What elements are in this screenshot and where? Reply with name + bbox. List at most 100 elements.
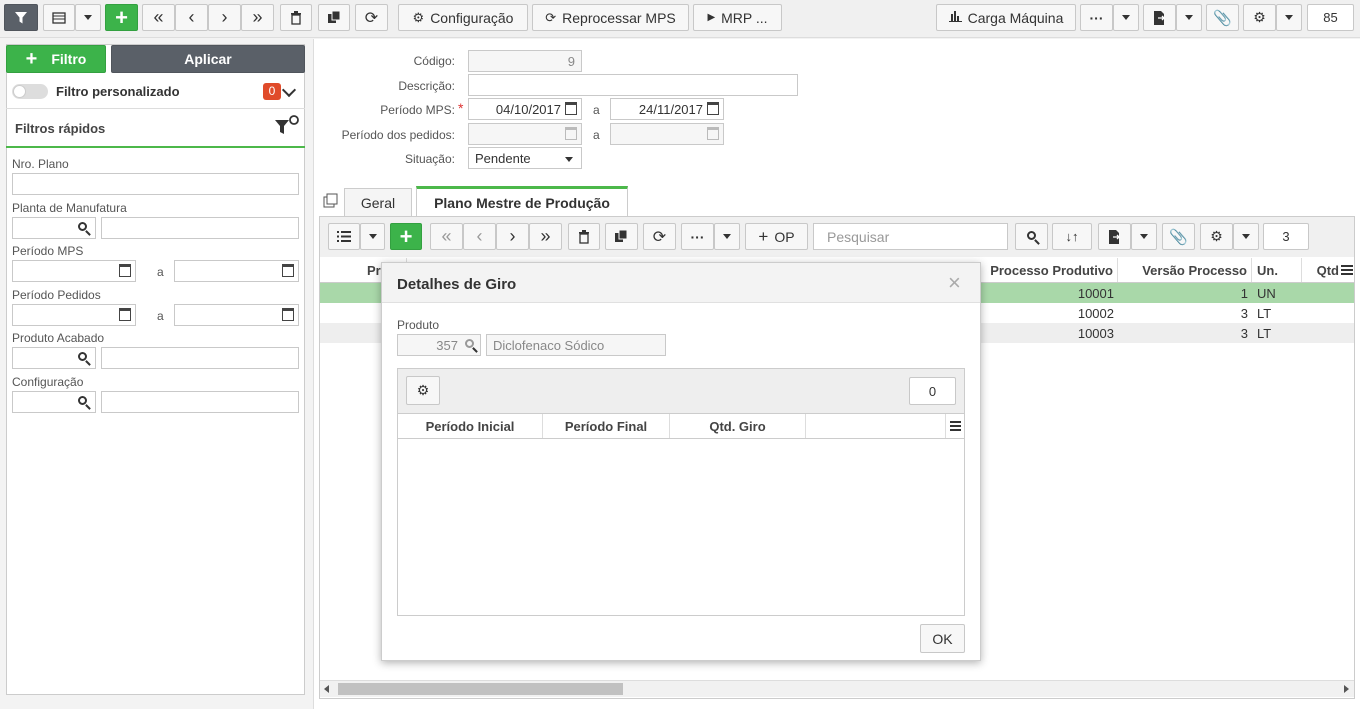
grid-next-button[interactable]: ›	[496, 223, 529, 250]
grid-last-button[interactable]: »	[529, 223, 562, 250]
grid-view-button[interactable]	[328, 223, 360, 250]
modal-grid-settings-button[interactable]: ⚙	[406, 376, 440, 405]
grid-delete-button[interactable]	[568, 223, 600, 250]
grid-search-input[interactable]: Pesquisar	[813, 223, 1008, 250]
more-options-button[interactable]: ···	[1080, 4, 1113, 31]
periodo-mps-from-input[interactable]: 04/10/2017	[468, 98, 582, 120]
tab-geral[interactable]: Geral	[344, 188, 412, 216]
column-un[interactable]: Un.	[1252, 258, 1302, 282]
export-dropdown[interactable]	[1176, 4, 1202, 31]
grid-refresh-button[interactable]: ⟳	[643, 223, 676, 250]
sort-icon: ↓↑	[1065, 229, 1079, 244]
a-label: a	[593, 128, 600, 142]
view-mode-dropdown[interactable]	[75, 4, 101, 31]
carga-maquina-button[interactable]: Carga Máquina	[936, 4, 1076, 31]
record-count-badge: 85	[1307, 4, 1354, 31]
column-qtd-giro[interactable]: Qtd. Giro	[670, 414, 806, 438]
configuracao-button[interactable]: ⚙ Configuração	[398, 4, 528, 31]
modal-grid-toolbar	[398, 369, 964, 414]
add-filter-button[interactable]: + Filtro	[6, 45, 106, 73]
periodo-mps-to-input[interactable]: 24/11/2017	[610, 98, 724, 120]
funnel-settings-icon[interactable]	[274, 114, 300, 143]
list-icon	[337, 231, 351, 242]
grid-more-button[interactable]: ···	[681, 223, 714, 250]
planta-code-input[interactable]	[12, 217, 96, 239]
configuracao-name-input[interactable]	[101, 391, 299, 413]
grid-export-dropdown[interactable]	[1131, 223, 1157, 250]
more-options-dropdown[interactable]	[1113, 4, 1139, 31]
situacao-label: Situação:	[404, 152, 455, 166]
grid-settings-dropdown[interactable]	[1233, 223, 1259, 250]
a-label: a	[157, 265, 164, 279]
next-record-button[interactable]: ›	[208, 4, 241, 31]
filter-toggle-button[interactable]	[4, 4, 38, 31]
delete-button[interactable]	[280, 4, 312, 31]
refresh-button[interactable]: ⟳	[355, 4, 388, 31]
periodo-mps-from-input[interactable]	[12, 260, 136, 282]
paperclip-icon: 📎	[1213, 9, 1232, 27]
chevron-down-icon	[1242, 234, 1250, 239]
column-periodo-inicial[interactable]: Período Inicial	[398, 414, 543, 438]
planta-name-input[interactable]	[101, 217, 299, 239]
apply-filter-button[interactable]: Aplicar	[111, 45, 305, 73]
copy-icon	[327, 11, 340, 23]
plus-icon: +	[25, 47, 38, 70]
horizontal-scrollbar[interactable]	[320, 680, 1354, 697]
descricao-input[interactable]	[468, 74, 798, 96]
situacao-select[interactable]: Pendente	[468, 147, 582, 169]
mrp-button[interactable]: ▶ MRP ...	[693, 4, 782, 31]
column-versao-processo[interactable]: Versão Processo	[1118, 258, 1252, 282]
custom-filter-toggle[interactable]	[12, 84, 48, 99]
scrollbar-thumb[interactable]	[338, 683, 623, 695]
grid-search-button[interactable]	[1015, 223, 1048, 250]
column-menu-icon[interactable]	[950, 421, 961, 431]
column-menu-icon[interactable]	[1341, 265, 1353, 275]
periodo-mps-to-input[interactable]	[174, 260, 299, 282]
grid-first-button[interactable]: «	[430, 223, 463, 250]
scroll-right-arrow[interactable]	[1344, 685, 1349, 693]
scroll-left-arrow[interactable]	[324, 685, 329, 693]
grid-view-dropdown[interactable]	[360, 223, 385, 250]
grid-add-button[interactable]: +	[390, 223, 422, 250]
settings-dropdown[interactable]	[1276, 4, 1302, 31]
tabs-copy-icon[interactable]	[323, 193, 339, 212]
grid-more-dropdown[interactable]	[714, 223, 740, 250]
last-record-button[interactable]: »	[241, 4, 274, 31]
trash-icon	[291, 10, 301, 25]
calendar-icon	[707, 127, 719, 140]
produto-acabado-code-input[interactable]	[12, 347, 96, 369]
previous-record-button[interactable]: ‹	[175, 4, 208, 31]
tab-plano-mestre[interactable]: Plano Mestre de Produção	[416, 186, 628, 217]
view-mode-button[interactable]	[43, 4, 75, 31]
settings-button[interactable]: ⚙	[1243, 4, 1276, 31]
produto-acabado-name-input[interactable]	[101, 347, 299, 369]
search-icon	[78, 352, 87, 361]
add-op-button[interactable]: + OP	[745, 223, 808, 250]
column-qtd[interactable]: Qtd	[1302, 258, 1342, 282]
add-button[interactable]: +	[105, 4, 138, 31]
periodo-pedidos-from-input[interactable]	[12, 304, 136, 326]
grid-attach-button[interactable]: 📎	[1162, 223, 1195, 250]
grid-export-button[interactable]	[1098, 223, 1131, 250]
configuracao-code-input[interactable]	[12, 391, 96, 413]
copy-icon	[615, 230, 628, 242]
export-button[interactable]	[1143, 4, 1176, 31]
modal-ok-button[interactable]: OK	[920, 624, 965, 653]
grid-previous-button[interactable]: ‹	[463, 223, 496, 250]
reprocessar-mps-button[interactable]: ⟳ Reprocessar MPS	[532, 4, 689, 31]
codigo-label: Código:	[413, 54, 455, 68]
export-file-icon	[1154, 10, 1166, 25]
first-record-button[interactable]: «	[142, 4, 175, 31]
copy-button[interactable]	[318, 4, 350, 31]
grid-settings-button[interactable]: ⚙	[1200, 223, 1233, 250]
column-processo-produtivo[interactable]: Processo Produtivo	[984, 258, 1118, 282]
nro-plano-input[interactable]	[12, 173, 299, 195]
column-periodo-final[interactable]: Período Final	[543, 414, 670, 438]
grid-copy-button[interactable]	[605, 223, 638, 250]
grid-sort-button[interactable]: ↓↑	[1052, 223, 1092, 250]
periodo-pedidos-to-input[interactable]	[174, 304, 299, 326]
close-icon[interactable]: ×	[948, 272, 961, 294]
configuracao-label: Configuração	[12, 375, 84, 389]
attach-button[interactable]: 📎	[1206, 4, 1239, 31]
modal-grid-header: Período Inicial Período Final Qtd. Giro	[398, 414, 964, 439]
